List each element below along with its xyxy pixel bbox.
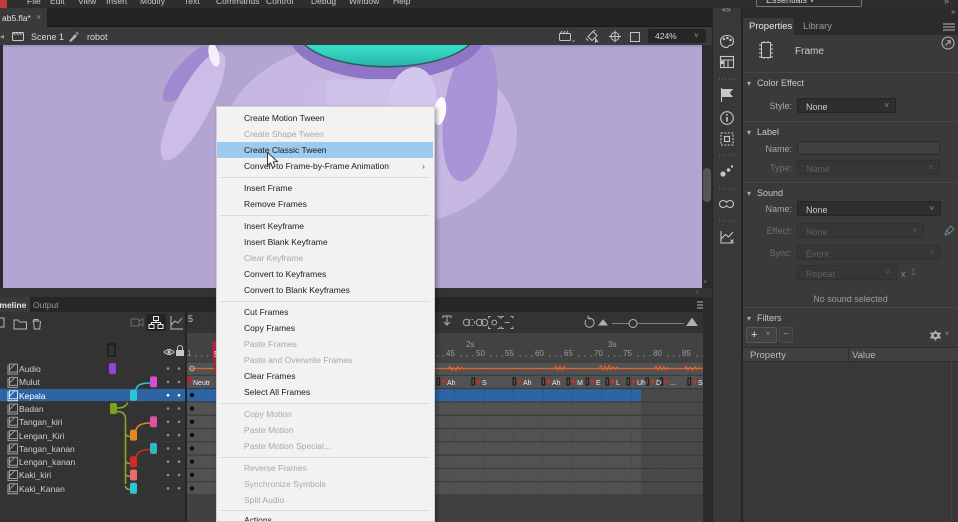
- svg-text:60: 60: [535, 349, 544, 358]
- svg-text:50: 50: [476, 349, 485, 358]
- svg-text:2s: 2s: [466, 340, 474, 349]
- svg-text:70: 70: [594, 349, 603, 358]
- svg-text:Ah: Ah: [523, 380, 532, 387]
- svg-text:3s: 3s: [608, 340, 616, 349]
- svg-text:Ah: Ah: [447, 380, 456, 387]
- svg-text:Ah: Ah: [552, 380, 561, 387]
- svg-text:1: 1: [187, 349, 192, 358]
- svg-text:85: 85: [682, 349, 691, 358]
- svg-text:M: M: [577, 380, 583, 387]
- svg-text:L: L: [616, 380, 620, 387]
- svg-text:...: ...: [670, 380, 676, 387]
- svg-text:45: 45: [446, 349, 455, 358]
- svg-text:55: 55: [505, 349, 514, 358]
- svg-text:65: 65: [564, 349, 573, 358]
- svg-text:S: S: [482, 380, 487, 387]
- svg-text:E: E: [596, 380, 601, 387]
- svg-text:D: D: [656, 380, 661, 387]
- svg-text:80: 80: [653, 349, 662, 358]
- svg-text:Neutr: Neutr: [193, 380, 211, 387]
- svg-text:Uh: Uh: [637, 380, 646, 387]
- svg-text:75: 75: [623, 349, 632, 358]
